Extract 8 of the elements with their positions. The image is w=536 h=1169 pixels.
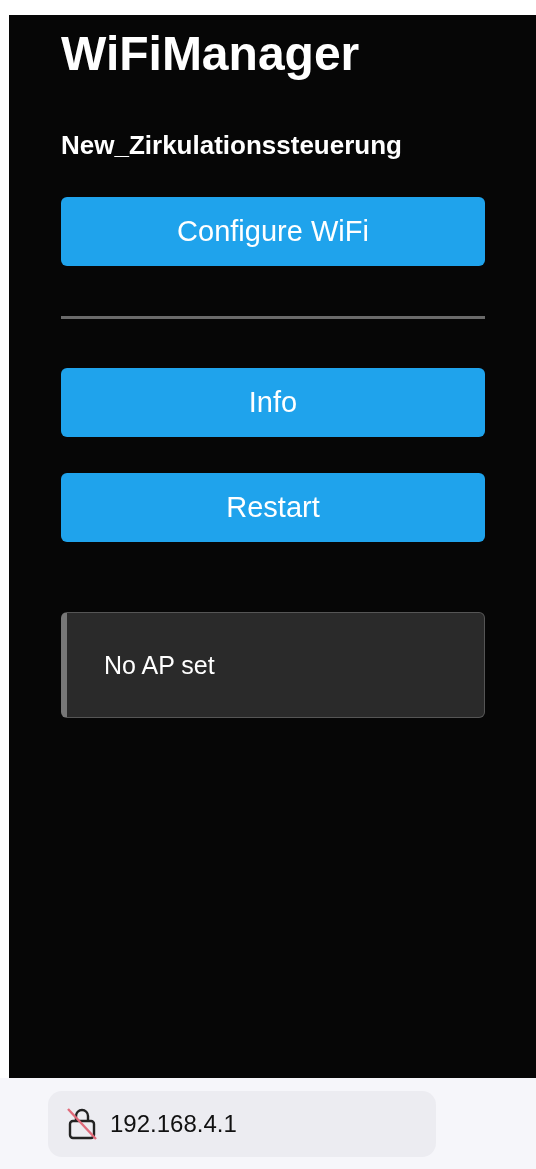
menu-button[interactable]: Restart [61, 473, 485, 542]
device-name: New_Zirkulationssteuerung [61, 129, 403, 161]
url-text: 192.168.4.1 [110, 1109, 237, 1138]
status-message: No AP set [104, 650, 215, 680]
address-bar[interactable]: 192.168.4.1 [48, 1090, 436, 1157]
page-title: WiFiManager [61, 27, 361, 81]
menu-button[interactable]: Configure WiFi [61, 197, 485, 266]
menu-button[interactable]: Info [61, 368, 485, 437]
